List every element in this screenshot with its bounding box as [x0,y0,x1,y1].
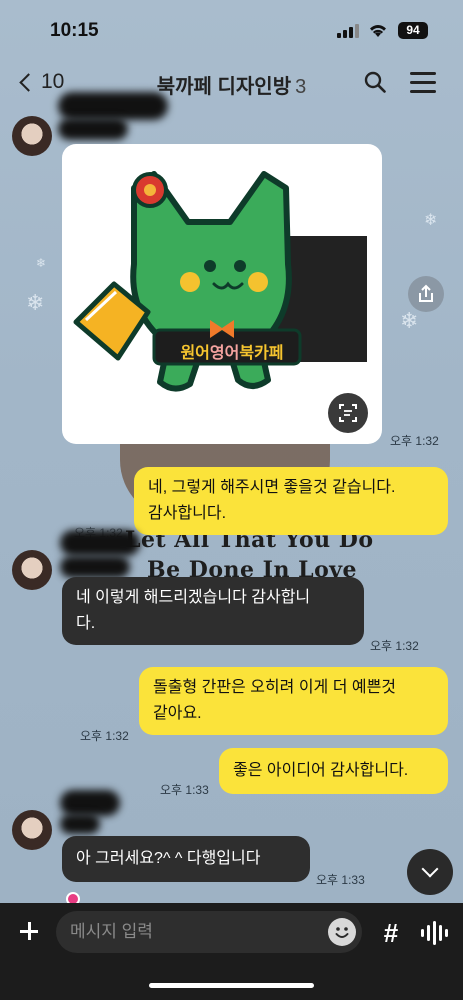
wifi-icon [370,25,386,37]
my-message-bubble[interactable]: 돌출형 간판은 오히려 이게 더 예쁜것 같아요. [139,667,448,735]
scroll-to-bottom-button[interactable] [407,849,453,895]
snowflake-decoration: ❄ [26,290,45,315]
home-indicator [149,983,314,988]
sign-text: 원어영어북카페 [180,345,284,362]
chat-screen: 10:15 94 10 북까페 디자인방 3 ❄ ❄ ❄ ❄ Let All T… [0,0,463,1000]
battery-indicator: 94 [398,22,428,39]
their-message-bubble[interactable]: 아 그러세요?^ ^ 다행입니다 [62,836,310,882]
my-message-bubble[interactable]: 좋은 아이디어 감사합니다. [219,748,448,794]
chevron-down-icon [421,860,439,878]
message-time: 오후 1:32 [390,434,439,448]
message-time: 오후 1:32 [370,639,419,653]
search-icon[interactable] [363,70,387,94]
hashtag-icon[interactable]: # [376,918,406,948]
status-time: 10:15 [50,20,99,41]
snowflake-decoration: ❄ [36,256,47,270]
message-input[interactable] [70,911,320,953]
cellular-signal-icon [337,24,361,38]
message-input-field[interactable] [56,911,362,953]
voice-icon[interactable] [420,919,448,947]
status-bar: 10:15 94 [0,0,463,58]
sender-name-redacted [58,92,168,120]
scan-text-button[interactable] [328,393,368,433]
message-time: 오후 1:33 [160,783,209,797]
sender-name-redacted [58,118,128,140]
sender-name-redacted [60,556,130,578]
sender-name-redacted [60,530,140,556]
share-button[interactable] [408,276,444,312]
sender-name-redacted [60,814,100,834]
sender-name-redacted [60,790,120,816]
menu-icon[interactable] [410,72,436,93]
scan-icon [339,404,357,422]
avatar[interactable] [12,810,52,850]
their-message-bubble[interactable]: 네 이렇게 해드리겠습니다 감사합니 다. [62,577,364,645]
plus-icon[interactable] [14,916,44,946]
message-time: 오후 1:32 [80,729,129,743]
snowflake-decoration: ❄ [424,212,438,229]
share-icon [419,284,433,302]
emoji-icon[interactable] [328,918,356,946]
avatar[interactable] [12,550,52,590]
chat-room-name: 북까페 디자인방 [156,76,292,98]
member-count: 3 [295,76,307,98]
avatar[interactable] [12,116,52,156]
my-message-bubble[interactable]: 네, 그렇게 해주시면 좋을것 같습니다. 감사합니다. [134,467,448,535]
message-time: 오후 1:33 [316,873,365,887]
